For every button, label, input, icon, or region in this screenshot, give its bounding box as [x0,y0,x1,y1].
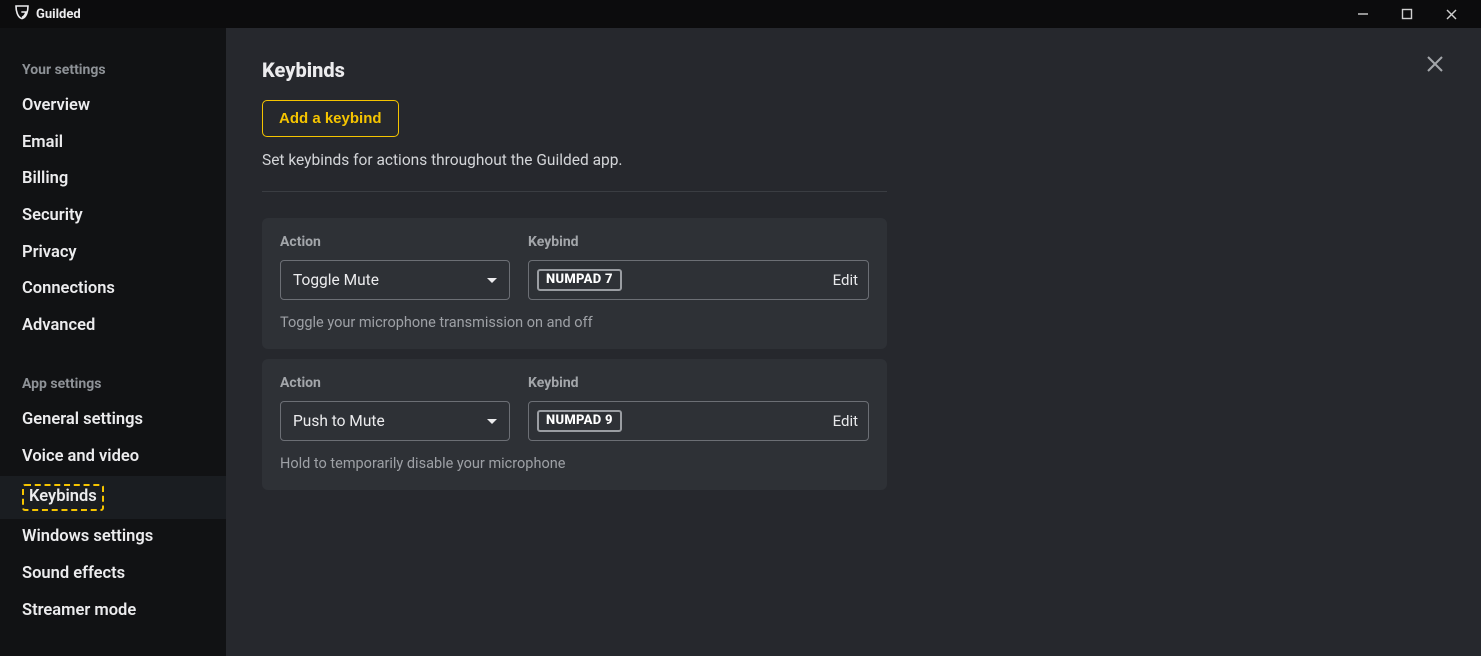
sidebar-item-streamer-mode[interactable]: Streamer mode [0,593,226,630]
keybind-label: Keybind [528,375,869,391]
keybinds-help-text: Set keybinds for actions throughout the … [262,151,1445,169]
sidebar-section-app-settings: App settings [0,362,226,402]
chevron-down-icon [487,278,497,283]
sidebar-item-general-settings[interactable]: General settings [0,402,226,439]
sidebar-item-voice-and-video[interactable]: Voice and video [0,439,226,476]
keybind-chip: NUMPAD 7 [537,269,622,291]
sidebar-item-label: Overview [22,96,90,115]
sidebar-section-your-settings: Your settings [0,48,226,88]
edit-keybind-button[interactable]: Edit [833,271,858,289]
keybind-description: Toggle your microphone transmission on a… [280,314,869,331]
sidebar-item-email[interactable]: Email [0,125,226,162]
settings-main: Keybinds Add a keybind Set keybinds for … [226,28,1481,656]
sidebar-item-label: Privacy [22,243,77,262]
action-label: Action [280,375,510,391]
window-maximize-button[interactable] [1385,0,1429,28]
keybind-card: Action Toggle Mute Keybind NUMPAD 7 Edit… [262,218,887,349]
sidebar-item-label: Voice and video [22,447,139,466]
window-minimize-button[interactable] [1341,0,1385,28]
keybind-chip: NUMPAD 9 [537,410,622,432]
sidebar-item-label: Advanced [22,316,95,335]
settings-sidebar: Your settings Overview Email Billing Sec… [0,28,226,656]
keybind-card: Action Push to Mute Keybind NUMPAD 9 Edi… [262,359,887,490]
sidebar-item-billing[interactable]: Billing [0,161,226,198]
sidebar-item-label: Streamer mode [22,601,136,620]
sidebar-item-label: Billing [22,169,68,188]
titlebar-title: Guilded [36,7,81,22]
window-close-button[interactable] [1429,0,1473,28]
keybind-field[interactable]: NUMPAD 7 Edit [528,260,869,300]
action-select[interactable]: Toggle Mute [280,260,510,300]
chevron-down-icon [487,419,497,424]
sidebar-item-advanced[interactable]: Advanced [0,308,226,345]
close-settings-button[interactable] [1425,54,1445,78]
edit-keybind-button[interactable]: Edit [833,412,858,430]
add-keybind-button[interactable]: Add a keybind [262,100,399,137]
sidebar-item-security[interactable]: Security [0,198,226,235]
sidebar-item-label: Connections [22,279,115,298]
sidebar-item-label: Windows settings [22,527,153,546]
sidebar-item-connections[interactable]: Connections [0,271,226,308]
keybind-label: Keybind [528,234,869,250]
titlebar: Guilded [0,0,1481,28]
page-title: Keybinds [262,58,1445,82]
sidebar-item-keybinds[interactable]: Keybinds [0,476,226,520]
sidebar-item-privacy[interactable]: Privacy [0,235,226,272]
sidebar-item-label: Keybinds [22,484,104,512]
sidebar-item-sound-effects[interactable]: Sound effects [0,556,226,593]
sidebar-item-label: Sound effects [22,564,125,583]
keybind-description: Hold to temporarily disable your microph… [280,455,869,472]
keybind-field[interactable]: NUMPAD 9 Edit [528,401,869,441]
action-select[interactable]: Push to Mute [280,401,510,441]
sidebar-item-label: General settings [22,410,143,429]
sidebar-item-label: Email [22,133,63,152]
sidebar-item-windows-settings[interactable]: Windows settings [0,519,226,556]
sidebar-item-overview[interactable]: Overview [0,88,226,125]
sidebar-item-label: Security [22,206,83,225]
action-select-value: Toggle Mute [293,271,379,289]
action-select-value: Push to Mute [293,412,385,430]
action-label: Action [280,234,510,250]
divider [262,191,887,192]
guilded-logo-icon [14,4,30,24]
